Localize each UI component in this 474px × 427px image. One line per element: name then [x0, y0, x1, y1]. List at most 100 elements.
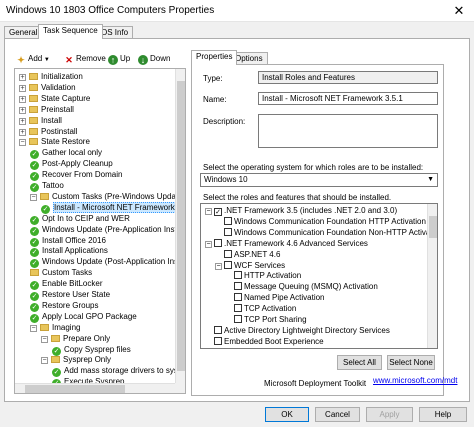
mdt-link[interactable]: www.microsoft.com/mdt: [373, 376, 457, 385]
tree-item[interactable]: ✓ Recover From Domain: [30, 169, 122, 182]
role-item[interactable]: Message Queuing (MSMQ) Activation: [225, 281, 378, 292]
tree-vertical-scrollbar[interactable]: [175, 69, 185, 385]
name-field[interactable]: Install - Microsoft NET Framework 3.5.1: [258, 92, 438, 105]
role-label: TCP Port Sharing: [244, 315, 307, 324]
expander-icon[interactable]: +: [19, 106, 26, 114]
tree-item-label: Tattoo: [42, 181, 64, 190]
scroll-thumb[interactable]: [25, 385, 125, 393]
tree-item[interactable]: ✓ Restore Groups: [30, 300, 98, 312]
tree-item[interactable]: ✓ Tattoo: [30, 180, 64, 192]
expander-icon[interactable]: −: [215, 262, 222, 270]
role-checkbox[interactable]: [224, 227, 232, 236]
tree-horizontal-scrollbar[interactable]: [15, 383, 177, 393]
tree-item[interactable]: ✓ Install Applications: [30, 245, 108, 258]
tree-item[interactable]: ✓ Restore User State: [30, 289, 110, 301]
role-item[interactable]: Active Directory Lightweight Directory S…: [205, 325, 390, 336]
tab-general[interactable]: General: [4, 26, 43, 38]
expander-icon[interactable]: −: [205, 240, 212, 248]
expander-icon[interactable]: −: [205, 208, 212, 215]
tree-item[interactable]: ✓ Add mass storage drivers to sysprep: [52, 365, 185, 378]
check-icon: ✓: [30, 226, 39, 236]
tree-item[interactable]: ✓ Install Office 2016: [30, 235, 106, 247]
roles-features-list[interactable]: Embedded Boot Experience Active Directory…: [200, 203, 438, 349]
os-select[interactable]: Windows 10 ▼: [200, 173, 438, 187]
up-button[interactable]: ↑ Up: [108, 52, 130, 66]
expander-icon[interactable]: +: [19, 84, 26, 92]
expander-icon[interactable]: −: [19, 139, 26, 147]
tree-item[interactable]: − Sysprep Only: [41, 354, 111, 365]
description-field[interactable]: [258, 114, 438, 148]
tree-item[interactable]: ✓ Apply Local GPO Package: [30, 311, 137, 323]
tree-item[interactable]: ✓ Windows Update (Pre-Application Inst: [30, 224, 177, 236]
expander-icon[interactable]: −: [41, 335, 48, 343]
role-item[interactable]: − ✓ .NET Framework 3.5 (includes .NET 2.0 …: [205, 205, 397, 216]
role-item[interactable]: − WCF Services: [215, 260, 285, 271]
tree-item[interactable]: − Custom Tasks (Pre-Windows Update): [30, 191, 185, 202]
apply-button[interactable]: Apply: [366, 407, 413, 422]
tree-item[interactable]: − Prepare Only: [41, 333, 110, 344]
remove-button[interactable]: ✕ Remove: [64, 52, 106, 66]
role-item[interactable]: TCP Activation: [225, 303, 296, 314]
tree-item[interactable]: ✓ Enable BitLocker: [30, 278, 102, 291]
expander-icon[interactable]: +: [19, 128, 26, 136]
role-checkbox[interactable]: [214, 238, 222, 247]
tree-item[interactable]: ✓ Post-Apply Cleanup: [30, 158, 113, 171]
tab-task-sequence[interactable]: Task Sequence: [38, 24, 103, 39]
tree-item[interactable]: + Postinstall: [19, 126, 77, 137]
help-button[interactable]: Help: [419, 407, 467, 422]
down-button[interactable]: ↓ Down: [138, 52, 170, 66]
role-label: .NET Framework 3.5 (includes .NET 2.0 an…: [224, 206, 398, 215]
tree-item[interactable]: ✓ Copy Sysprep files: [52, 344, 131, 356]
add-button[interactable]: ✦ Add ▼: [16, 52, 50, 66]
expander-icon[interactable]: −: [30, 324, 37, 332]
role-checkbox[interactable]: [234, 271, 242, 280]
role-checkbox[interactable]: [224, 216, 232, 225]
role-item[interactable]: HTTP Activation: [225, 270, 301, 281]
tree-item[interactable]: − Imaging: [30, 322, 80, 333]
select-all-button[interactable]: Select All: [337, 355, 382, 370]
close-icon[interactable]: ✕: [450, 2, 468, 20]
role-checkbox[interactable]: [214, 325, 222, 334]
tree-item[interactable]: + Preinstall: [19, 104, 74, 115]
tree-item[interactable]: − State Restore: [19, 136, 90, 147]
scroll-thumb[interactable]: [177, 81, 185, 371]
role-checkbox[interactable]: [224, 249, 232, 258]
expander-icon[interactable]: −: [30, 193, 37, 201]
role-checkbox[interactable]: [234, 282, 242, 291]
role-item[interactable]: Windows Communication Foundation HTTP Ac…: [215, 216, 426, 227]
role-checkbox[interactable]: [234, 293, 242, 302]
cancel-button[interactable]: Cancel: [315, 407, 360, 422]
expander-icon[interactable]: +: [19, 95, 26, 103]
expander-icon[interactable]: +: [19, 74, 26, 81]
select-none-button[interactable]: Select None: [387, 355, 435, 370]
role-item[interactable]: Named Pipe Activation: [225, 292, 325, 303]
role-item[interactable]: Windows Communication Foundation Non-HTT…: [215, 227, 437, 238]
role-item[interactable]: ASP.NET 4.6: [215, 249, 280, 260]
tree-item[interactable]: ✓ Windows Update (Post-Application Ins: [30, 256, 178, 269]
tree-item[interactable]: ✓ Install - Microsoft NET Framework: [41, 201, 176, 214]
role-checkbox[interactable]: ✓: [214, 208, 222, 216]
ok-button[interactable]: OK: [265, 407, 309, 422]
role-checkbox[interactable]: [234, 304, 242, 313]
expander-icon[interactable]: +: [19, 117, 26, 125]
tree-item[interactable]: + Validation: [19, 82, 76, 93]
tree-item[interactable]: + Initialization: [19, 71, 83, 82]
tree-item-label: Install - Microsoft NET Framework: [53, 201, 176, 213]
role-item[interactable]: TCP Port Sharing: [225, 314, 307, 325]
folder-icon: [29, 127, 38, 135]
role-checkbox[interactable]: [234, 315, 242, 323]
tree-item[interactable]: + State Capture: [19, 93, 90, 104]
tree-item[interactable]: ✓ Opt In to CEIP and WER: [30, 213, 130, 225]
scroll-thumb[interactable]: [429, 216, 437, 238]
role-item[interactable]: Embedded Boot Experience: [205, 336, 324, 347]
tree-item[interactable]: Custom Tasks: [30, 267, 92, 278]
tree-item[interactable]: + Install: [19, 115, 62, 126]
tab-properties[interactable]: Properties: [191, 50, 238, 65]
role-item[interactable]: − .NET Framework 4.6 Advanced Services: [205, 238, 368, 249]
role-checkbox[interactable]: [214, 336, 222, 345]
task-sequence-tree[interactable]: ✓✓Execute Sysprep✓Add mass storage drive…: [14, 68, 186, 394]
roles-vertical-scrollbar[interactable]: [427, 204, 437, 348]
expander-icon[interactable]: −: [41, 357, 48, 365]
role-checkbox[interactable]: [224, 260, 232, 269]
tree-item[interactable]: ✓ Gather local only: [30, 147, 102, 160]
